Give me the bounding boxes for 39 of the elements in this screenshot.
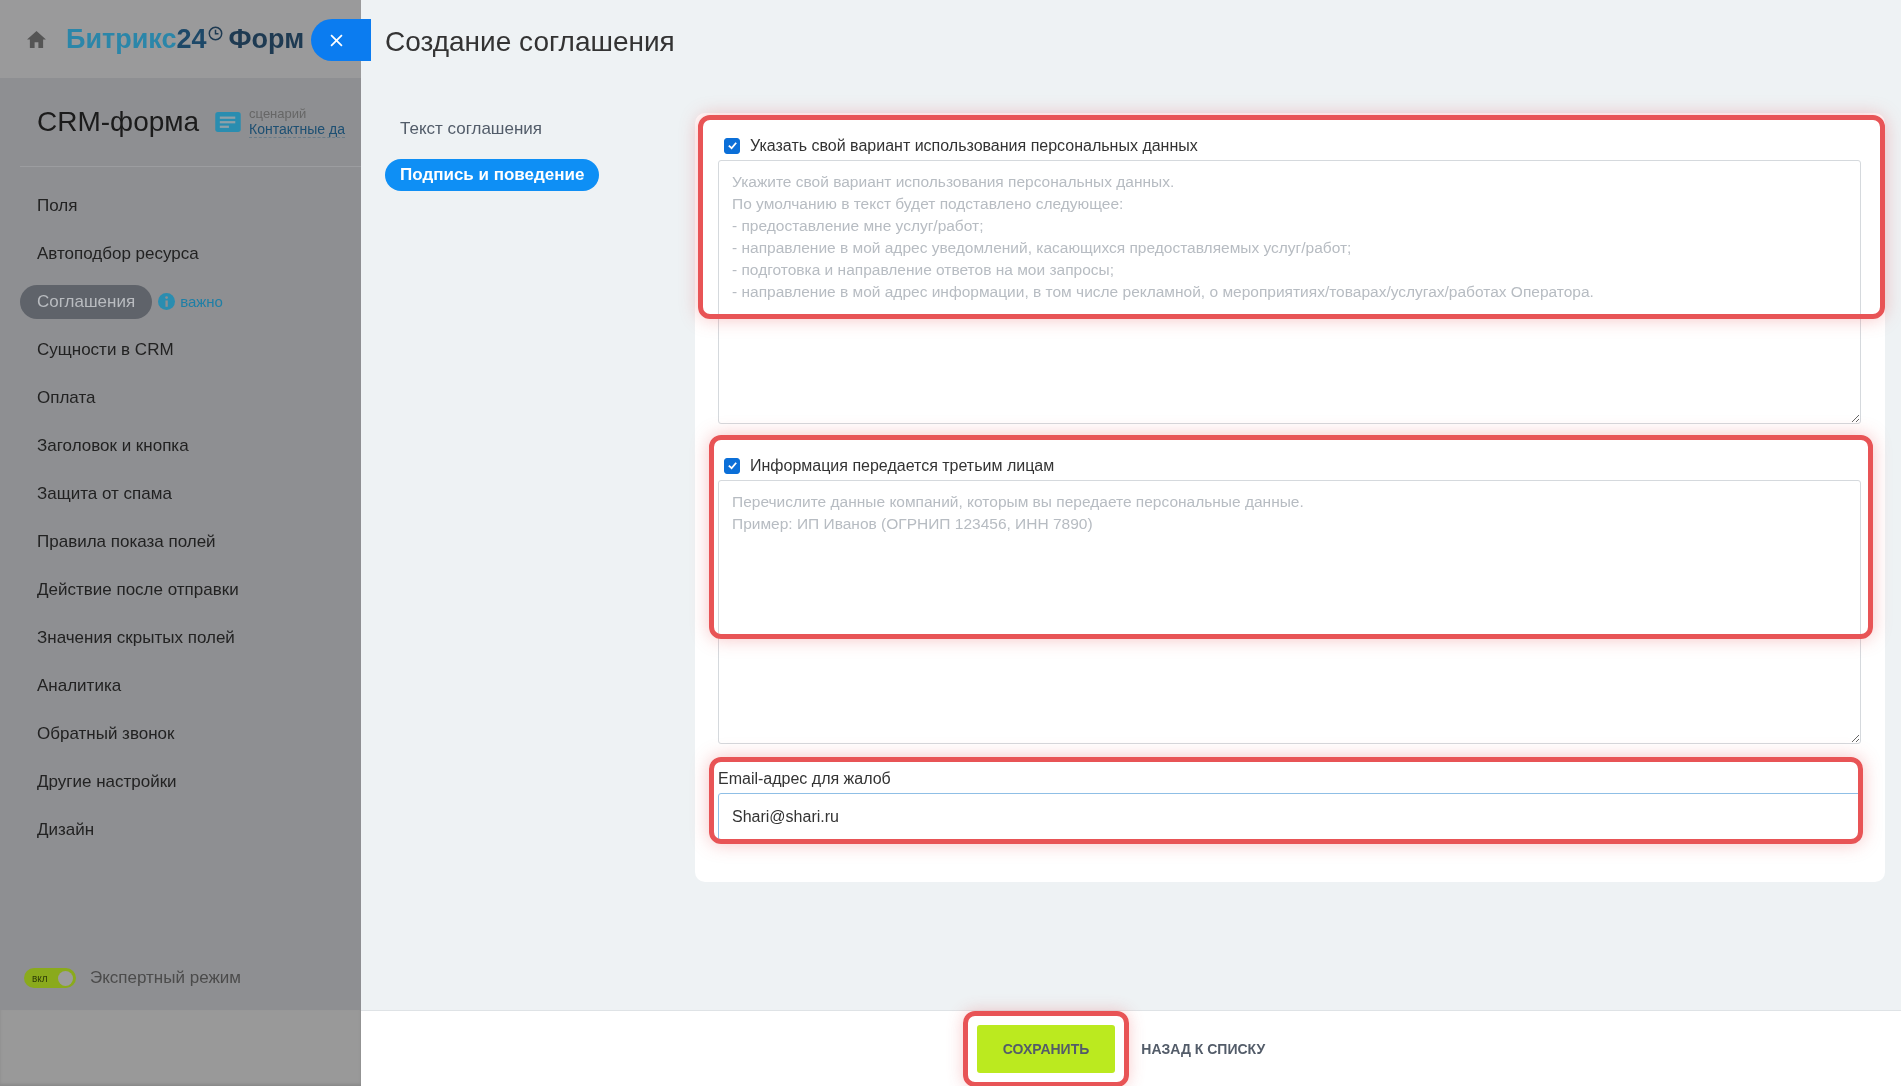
home-icon[interactable] bbox=[27, 30, 46, 48]
back-link[interactable]: НАЗАД К СПИСКУ bbox=[1141, 1040, 1266, 1057]
save-button[interactable]: СОХРАНИТЬ bbox=[976, 1024, 1116, 1073]
sidebar-item[interactable]: Заголовок и кнопка bbox=[20, 428, 206, 463]
sidebar-item[interactable]: Аналитика bbox=[20, 668, 139, 703]
sidebar-item[interactable]: Обратный звонок bbox=[20, 716, 192, 751]
info-icon bbox=[158, 293, 176, 310]
logo[interactable]: Битрикс24 Форм bbox=[66, 23, 305, 55]
tab[interactable]: Подпись и поведение bbox=[385, 159, 600, 191]
sidebar-item[interactable]: Значения скрытых полей bbox=[20, 620, 252, 655]
close-icon bbox=[329, 33, 343, 47]
sidebar-item[interactable]: Действие после отправки bbox=[20, 572, 256, 607]
panel-title: Создание соглашения bbox=[385, 26, 676, 59]
checkbox-label: Указать свой вариант использования персональных данных bbox=[750, 136, 1198, 155]
sidebar-item[interactable]: Автоподбор ресурса bbox=[20, 236, 216, 271]
form-title: CRM-форма bbox=[37, 106, 200, 138]
close-button[interactable] bbox=[311, 19, 371, 61]
sidebar-item[interactable]: Защита от спама bbox=[20, 476, 189, 511]
checkbox[interactable] bbox=[724, 137, 740, 154]
sidebar-item[interactable]: Соглашения bbox=[20, 284, 153, 319]
sidebar-item[interactable]: Оплата bbox=[20, 380, 113, 415]
checkbox[interactable] bbox=[724, 457, 740, 474]
toggle-switch[interactable]: вкл bbox=[24, 968, 76, 988]
sidebar-item[interactable]: Поля bbox=[20, 188, 95, 223]
sidebar-item[interactable]: Правила показа полей bbox=[20, 524, 233, 559]
sidebar-item[interactable]: Другие настройки bbox=[20, 764, 194, 799]
field-label: Email-адрес для жалоб bbox=[718, 770, 892, 789]
scenario-link[interactable]: Контактные да bbox=[249, 121, 345, 138]
expert-mode-label: Экспертный режим bbox=[90, 968, 241, 988]
check-icon bbox=[726, 460, 738, 471]
text-area[interactable]: Укажите свой вариант использования персональных данных. По умолчанию в текст будет подставлено следующее: - предоставление мне услуг/работ; - направление в мой адрес уведомлений, касающихся предоставляемых услуг/работ; - подготовка и направление ответов на мои запросы; - направление в мой адрес информации, в том числе рекламной, о мероприятиях/товарах/услугах/работах Оператора. bbox=[718, 160, 1861, 424]
document-icon bbox=[215, 112, 242, 132]
sidebar-item[interactable]: Дизайн bbox=[20, 812, 112, 847]
checkbox-label: Информация передается третьим лицам bbox=[750, 456, 1055, 475]
text-area[interactable]: Перечислите данные компаний, которым вы передаете персональные данные. Пример: ИП Иванов (ОГРНИП 123456, ИНН 7890) bbox=[718, 480, 1861, 744]
sidebar-item[interactable]: Сущности в CRM bbox=[20, 332, 191, 367]
check-icon bbox=[726, 140, 738, 151]
tab[interactable]: Текст соглашения bbox=[385, 113, 558, 145]
email-field[interactable]: Shari@shari.ru bbox=[718, 793, 1861, 841]
